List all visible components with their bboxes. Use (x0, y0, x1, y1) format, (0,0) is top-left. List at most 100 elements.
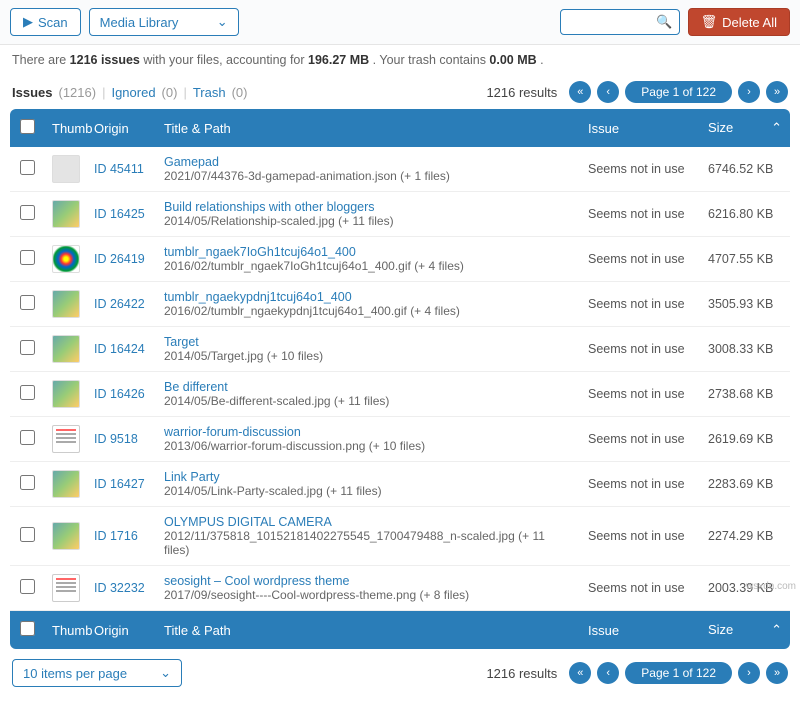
row-checkbox[interactable] (20, 385, 35, 400)
origin-link[interactable]: ID 16427 (94, 477, 145, 491)
tab-ignored[interactable]: Ignored (111, 85, 155, 100)
tab-issues[interactable]: Issues (12, 85, 52, 100)
size-cell: 2274.29 KB (700, 507, 790, 566)
origin-link[interactable]: ID 45411 (94, 162, 144, 176)
issue-cell: Seems not in use (580, 566, 700, 611)
tab-trash-count: (0) (232, 85, 248, 100)
tabs-row: Issues (1216) | Ignored (0) | Trash (0) … (0, 75, 800, 109)
search-box[interactable]: 🔍 (560, 9, 680, 35)
title-link[interactable]: tumblr_ngaekypdnj1tcuj64o1_400 (164, 290, 572, 304)
page-label: Page 1 of 122 (625, 81, 732, 103)
items-per-page-select[interactable]: 10 items per page ⌄ (12, 659, 182, 687)
size-cell: 2619.69 KB (700, 417, 790, 462)
thumbnail[interactable] (52, 425, 80, 453)
col-thumb[interactable]: Thumb (44, 109, 86, 147)
fcol-thumb[interactable]: Thumb (44, 611, 86, 650)
origin-link[interactable]: ID 32232 (94, 581, 145, 595)
origin-link[interactable]: ID 16424 (94, 342, 145, 356)
thumbnail[interactable] (52, 245, 80, 273)
title-link[interactable]: warrior-forum-discussion (164, 425, 572, 439)
thumbnail[interactable] (52, 290, 80, 318)
origin-link[interactable]: ID 1716 (94, 529, 138, 543)
thumbnail[interactable] (52, 155, 80, 183)
file-path: 2016/02/tumblr_ngaekypdnj1tcuj64o1_400.g… (164, 304, 460, 318)
row-checkbox[interactable] (20, 205, 35, 220)
title-link[interactable]: Gamepad (164, 155, 572, 169)
title-link[interactable]: Target (164, 335, 572, 349)
file-path: 2014/05/Be-different-scaled.jpg (+ 11 fi… (164, 394, 389, 408)
fcol-size[interactable]: Size ⌃ (700, 611, 790, 650)
size-cell: 2738.68 KB (700, 372, 790, 417)
col-issue[interactable]: Issue (580, 109, 700, 147)
first-page-button[interactable]: « (569, 662, 591, 684)
prev-page-button[interactable]: ‹ (597, 662, 619, 684)
library-select-label: Media Library (100, 15, 179, 30)
thumbnail[interactable] (52, 380, 80, 408)
fcol-issue[interactable]: Issue (580, 611, 700, 650)
row-checkbox[interactable] (20, 430, 35, 445)
thumbnail[interactable] (52, 574, 80, 602)
summary-mid1: with your files, accounting for (143, 53, 308, 67)
first-page-button[interactable]: « (569, 81, 591, 103)
results-count: 1216 results (486, 85, 557, 100)
col-origin[interactable]: Origin (86, 109, 156, 147)
row-checkbox[interactable] (20, 475, 35, 490)
next-page-button[interactable]: › (738, 81, 760, 103)
table-row: ID 32232 seosight – Cool wordpress theme2… (10, 566, 790, 611)
thumbnail[interactable] (52, 335, 80, 363)
issues-table: Thumb Origin Title & Path Issue Size ⌃ I… (10, 109, 790, 649)
row-checkbox[interactable] (20, 340, 35, 355)
row-checkbox[interactable] (20, 579, 35, 594)
results-count-bottom: 1216 results (486, 666, 557, 681)
size-cell: 4707.55 KB (700, 237, 790, 282)
tab-issues-count: (1216) (58, 85, 96, 100)
last-page-button[interactable]: » (766, 662, 788, 684)
title-link[interactable]: OLYMPUS DIGITAL CAMERA (164, 515, 572, 529)
summary-line: There are 1216 issues with your files, a… (0, 45, 800, 75)
file-path: 2013/06/warrior-forum-discussion.png (+ … (164, 439, 425, 453)
title-link[interactable]: Link Party (164, 470, 572, 484)
chevron-down-icon: ⌄ (160, 665, 171, 681)
tab-trash[interactable]: Trash (193, 85, 226, 100)
size-cell: 3505.93 KB (700, 282, 790, 327)
row-checkbox[interactable] (20, 250, 35, 265)
title-link[interactable]: seosight – Cool wordpress theme (164, 574, 572, 588)
origin-link[interactable]: ID 16426 (94, 387, 145, 401)
title-link[interactable]: tumblr_ngaek7IoGh1tcuj64o1_400 (164, 245, 572, 259)
col-size[interactable]: Size ⌃ (700, 109, 790, 147)
scan-button[interactable]: ▶ Scan (10, 8, 81, 36)
thumbnail[interactable] (52, 200, 80, 228)
fcol-origin[interactable]: Origin (86, 611, 156, 650)
select-all-checkbox[interactable] (20, 119, 35, 134)
last-page-button[interactable]: » (766, 81, 788, 103)
col-title-path[interactable]: Title & Path (156, 109, 580, 147)
origin-link[interactable]: ID 9518 (94, 432, 138, 446)
title-link[interactable]: Build relationships with other bloggers (164, 200, 572, 214)
origin-link[interactable]: ID 26422 (94, 297, 145, 311)
row-checkbox[interactable] (20, 160, 35, 175)
issue-cell: Seems not in use (580, 417, 700, 462)
file-path: 2017/09/seosight----Cool-wordpress-theme… (164, 588, 469, 602)
table-row: ID 16426 Be different2014/05/Be-different… (10, 372, 790, 417)
row-checkbox[interactable] (20, 295, 35, 310)
summary-issues-count: 1216 issues (70, 53, 140, 67)
size-cell: 6746.52 KB (700, 147, 790, 192)
thumbnail[interactable] (52, 522, 80, 550)
sort-up-icon: ⌃ (771, 120, 782, 136)
origin-link[interactable]: ID 16425 (94, 207, 145, 221)
table-row: ID 45411Gamepad2021/07/44376-3d-gamepad-… (10, 147, 790, 192)
issue-cell: Seems not in use (580, 372, 700, 417)
scan-button-label: Scan (38, 15, 68, 30)
library-select[interactable]: Media Library ⌄ (89, 8, 239, 36)
delete-all-button[interactable]: 🗑 Delete All (688, 8, 790, 36)
fcol-title-path[interactable]: Title & Path (156, 611, 580, 650)
title-link[interactable]: Be different (164, 380, 572, 394)
search-input[interactable] (567, 15, 657, 30)
next-page-button[interactable]: › (738, 662, 760, 684)
row-checkbox[interactable] (20, 527, 35, 542)
prev-page-button[interactable]: ‹ (597, 81, 619, 103)
select-all-footer-checkbox[interactable] (20, 621, 35, 636)
origin-link[interactable]: ID 26419 (94, 252, 145, 266)
table-header-row: Thumb Origin Title & Path Issue Size ⌃ (10, 109, 790, 147)
thumbnail[interactable] (52, 470, 80, 498)
